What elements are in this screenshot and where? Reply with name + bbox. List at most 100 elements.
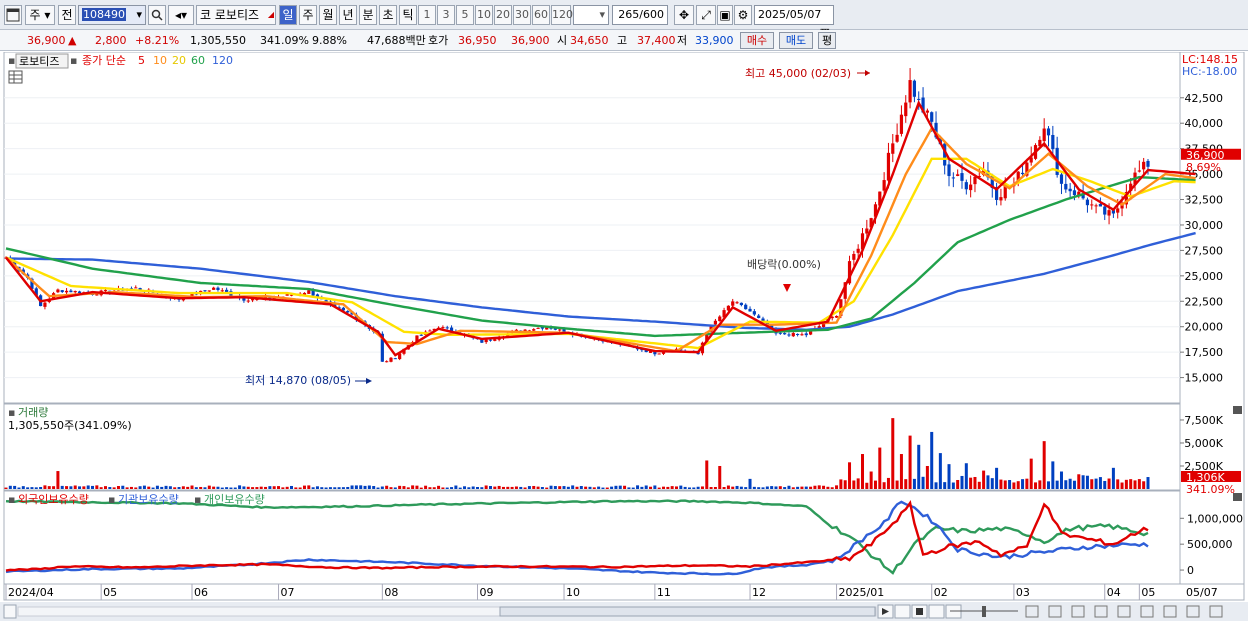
volume-bar (848, 462, 852, 489)
volume-bar (121, 485, 125, 489)
interval-60[interactable]: 60 (532, 5, 550, 25)
interval-10[interactable]: 10 (475, 5, 493, 25)
tab-second[interactable]: 초 (379, 5, 397, 25)
volume-bar (4, 487, 8, 489)
volume-bar (333, 487, 337, 489)
crosshair-tool-icon[interactable]: ✥ (674, 5, 694, 25)
ma5-legend: 5 (138, 54, 145, 67)
volume-bar (463, 486, 467, 489)
volume-bar (315, 486, 319, 489)
volume-bar (307, 485, 311, 489)
scroll-left-icon[interactable] (3, 604, 17, 619)
interval-5[interactable]: 5 (456, 5, 474, 25)
date-input[interactable]: 2025/05/07▦ (754, 5, 834, 39)
sell-button[interactable]: 매도 (779, 32, 813, 49)
volume-bar (921, 476, 925, 489)
line-draw-icon[interactable]: ⤢ (696, 5, 716, 25)
ma10-legend: 10 (153, 54, 167, 67)
table-view-icon[interactable] (8, 70, 23, 84)
candle-body (346, 310, 350, 313)
custom-interval-input[interactable]: ▾ (573, 5, 609, 25)
market-toggle-button[interactable]: 전 (58, 5, 76, 25)
volume-bar (337, 487, 341, 489)
last-percent-label: 8.69% (1186, 161, 1221, 174)
volume-bar (277, 486, 281, 489)
tab-year[interactable]: 년 (339, 5, 357, 25)
close-panel-icon[interactable] (1233, 493, 1242, 501)
volume-bar (826, 486, 830, 489)
stock-chart: 15,000 17,500 20,000 22,500 25,000 27,500 30,0… (0, 52, 1248, 621)
trade-amount: 47,688백만 (367, 34, 426, 47)
volume-bar (627, 487, 631, 489)
tab-week[interactable]: 주 (299, 5, 317, 25)
volume-bar (1021, 479, 1025, 489)
volume-bar (519, 486, 523, 489)
period-type-dropdown[interactable]: 주 ▾ (25, 5, 55, 25)
average-button[interactable]: 평 (818, 32, 836, 49)
volume-bar (497, 485, 501, 489)
zoom-slider-handle[interactable] (982, 606, 986, 617)
volume-bar (835, 485, 839, 489)
turnover-percent: 9.88% (312, 34, 347, 47)
volume-bar (1064, 480, 1068, 489)
volume-bar (91, 485, 95, 489)
volume-bar (1051, 461, 1055, 489)
volume-bar (242, 486, 246, 489)
candle-body (852, 253, 856, 260)
volume-bar (467, 487, 471, 489)
interval-1[interactable]: 1 (418, 5, 436, 25)
volume-bar (601, 487, 605, 489)
volume-bar (190, 485, 194, 489)
volume-bar (186, 486, 190, 489)
first-page-icon[interactable] (894, 604, 911, 619)
interval-30[interactable]: 30 (513, 5, 531, 25)
candle-body (661, 352, 666, 354)
volume-bar (666, 486, 670, 489)
close-panel-icon[interactable] (1233, 406, 1242, 414)
volume-bar (852, 480, 856, 489)
interval-20[interactable]: 20 (494, 5, 512, 25)
volume-bar (320, 487, 324, 489)
search-icon[interactable] (148, 5, 166, 25)
candle-body (808, 331, 813, 335)
interval-3[interactable]: 3 (437, 5, 455, 25)
volume-bar (363, 485, 367, 489)
volume-bar (376, 487, 380, 489)
volume-bar (255, 487, 259, 489)
volume-bar (168, 486, 172, 489)
candle-body (964, 182, 968, 190)
volume-bar (471, 486, 475, 489)
volume-bar (281, 487, 285, 489)
tab-minute[interactable]: 분 (359, 5, 377, 25)
save-icon[interactable]: ▣ (717, 5, 733, 25)
volume-bar (990, 478, 994, 489)
sound-icon[interactable]: ◂▾ (168, 5, 194, 25)
gear-icon[interactable]: ⚙ (734, 5, 752, 25)
stock-code-value: 108490 (82, 8, 126, 21)
volume-bar (199, 486, 203, 489)
stop-icon[interactable] (928, 604, 945, 619)
max-annotation: 최고 45,000 (02/03) (745, 67, 851, 80)
volume-summary: 1,305,550주(341.09%) (8, 419, 132, 432)
volume-bar (757, 487, 761, 489)
tab-month[interactable]: 월 (319, 5, 337, 25)
high-price: 37,400 (637, 34, 676, 47)
count-input[interactable]: 265/600 (612, 5, 668, 25)
date-axis-label: 02 (934, 586, 948, 599)
volume-bar (969, 477, 973, 489)
volume-bar (899, 454, 903, 489)
stock-name-field[interactable]: 코 로보티즈 ◢ (196, 5, 276, 25)
scroll-thumb[interactable] (499, 606, 876, 617)
date-value: 2025/05/07 (758, 8, 822, 21)
tab-tick[interactable]: 틱 (399, 5, 417, 25)
tab-day[interactable]: 일 (279, 5, 297, 25)
volume-bar (17, 487, 21, 489)
stock-code-input[interactable]: 108490 ▾ (78, 5, 146, 25)
volume-bar (298, 487, 302, 489)
volume-bar (1034, 482, 1038, 489)
buy-button[interactable]: 매수 (740, 32, 774, 49)
volume-bar (584, 486, 588, 489)
change-percent: +8.21% (135, 34, 180, 47)
interval-120[interactable]: 120 (551, 5, 573, 25)
window-menu-icon[interactable] (4, 5, 22, 25)
